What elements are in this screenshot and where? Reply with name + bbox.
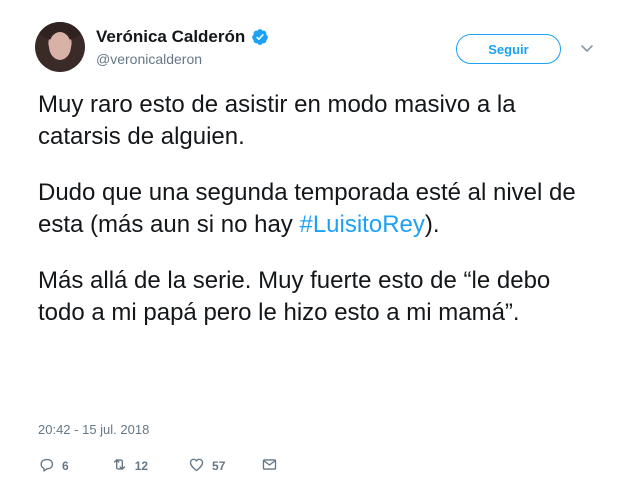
- like-count: 57: [212, 459, 226, 473]
- verified-badge-icon: [251, 28, 269, 46]
- hashtag-link[interactable]: #LuisitoRey: [299, 211, 424, 238]
- reply-button[interactable]: 6: [38, 456, 69, 476]
- reply-icon: [38, 456, 55, 476]
- tweet-paragraph-2-end: ).: [424, 211, 440, 238]
- retweet-icon: [111, 456, 128, 476]
- author-handle[interactable]: @veronicalderon: [96, 51, 202, 67]
- author-display-name[interactable]: Verónica Calderón: [96, 27, 245, 47]
- tweet-actions: 6 12 57: [38, 456, 319, 476]
- avatar[interactable]: [35, 22, 85, 72]
- follow-button[interactable]: Seguir: [456, 34, 561, 64]
- heart-icon: [188, 456, 205, 476]
- tweet-card: Verónica Calderón @veronicalderon Seguir…: [0, 0, 633, 499]
- tweet-paragraph-1: Muy raro esto de asistir en modo masivo …: [38, 91, 516, 150]
- tweet-timestamp[interactable]: 20:42 - 15 jul. 2018: [38, 422, 149, 437]
- chevron-down-icon[interactable]: [579, 40, 595, 56]
- retweet-button[interactable]: 12: [111, 456, 148, 476]
- retweet-count: 12: [134, 459, 149, 473]
- direct-message-button[interactable]: [261, 456, 278, 476]
- reply-count: 6: [62, 459, 69, 473]
- like-button[interactable]: 57: [188, 456, 225, 476]
- tweet-paragraph-2: Dudo que una segunda temporada esté al n…: [38, 177, 598, 241]
- envelope-icon: [261, 456, 278, 476]
- tweet-text: Muy raro esto de asistir en modo masivo …: [38, 89, 598, 353]
- tweet-paragraph-3: Más allá de la serie. Muy fuerte esto de…: [38, 267, 551, 326]
- author-name-row: Verónica Calderón: [96, 27, 269, 47]
